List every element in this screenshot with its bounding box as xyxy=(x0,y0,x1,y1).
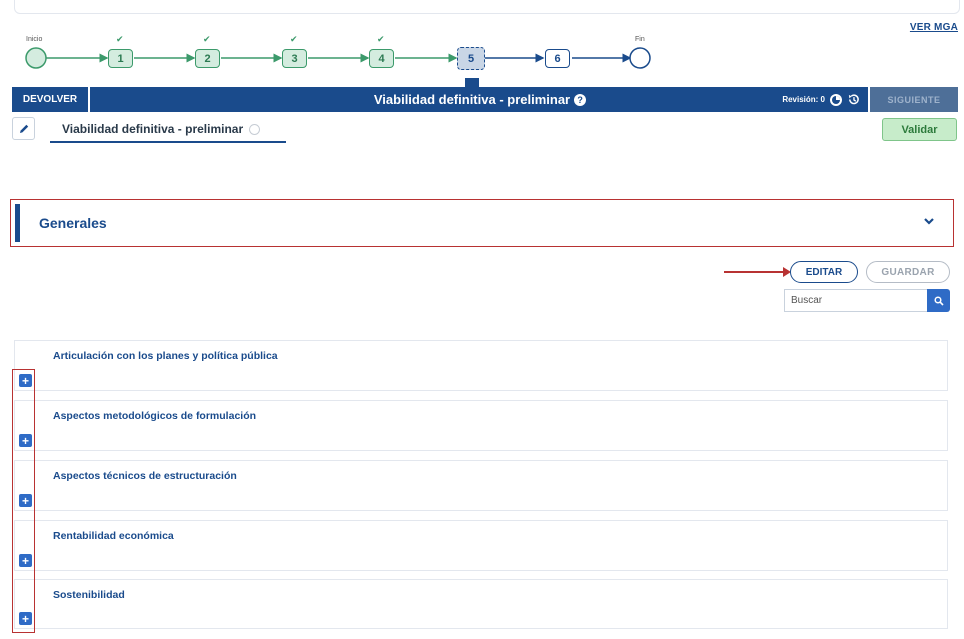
chevron-down-icon[interactable] xyxy=(923,215,935,229)
validar-button[interactable]: Validar xyxy=(882,118,957,141)
search-icon xyxy=(933,295,944,306)
start-label: Inicio xyxy=(26,36,43,43)
start-node xyxy=(25,47,47,69)
generales-accordion[interactable]: Generales xyxy=(10,199,954,247)
step-4[interactable]: 4 xyxy=(369,49,394,68)
pie-chart-icon[interactable] xyxy=(830,93,842,106)
step-2[interactable]: 2 xyxy=(195,49,220,68)
generales-accent xyxy=(15,204,20,242)
search-box xyxy=(784,289,950,312)
phase-title-text: Viabilidad definitiva - preliminar xyxy=(373,92,571,107)
status-circle-icon xyxy=(249,123,261,135)
history-icon[interactable] xyxy=(847,93,860,106)
section-label: Articulación con los planes y política p… xyxy=(53,350,278,362)
end-label: Fin xyxy=(635,36,645,43)
step-2-check-icon: ✔ xyxy=(203,34,211,44)
section-rentabilidad[interactable]: Rentabilidad económica + xyxy=(14,520,948,571)
stepper-connectors xyxy=(25,47,651,69)
section-label: Aspectos metodológicos de formulación xyxy=(53,410,257,422)
section-aspectos-metodologicos[interactable]: Aspectos metodológicos de formulación + xyxy=(14,400,948,451)
annotation-arrow xyxy=(724,271,784,273)
pencil-icon xyxy=(19,124,28,133)
section-sostenibilidad[interactable]: Sostenibilidad + xyxy=(14,579,948,629)
step-6[interactable]: 6 xyxy=(545,49,570,68)
section-label: Aspectos técnicos de estructuración xyxy=(53,470,237,482)
section-articulacion[interactable]: Articulación con los planes y política p… xyxy=(14,340,948,391)
phase-title: Viabilidad definitiva - preliminar ? xyxy=(92,87,868,112)
revision-indicator: Revisión: 0 xyxy=(782,87,860,112)
guardar-button: GUARDAR xyxy=(866,261,950,283)
phase-bar: DEVOLVER Viabilidad definitiva - prelimi… xyxy=(12,87,958,112)
subtab-viabilidad[interactable]: Viabilidad definitiva - preliminar xyxy=(50,117,286,143)
section-aspectos-tecnicos[interactable]: Aspectos técnicos de estructuración + xyxy=(14,460,948,511)
generales-title: Generales xyxy=(39,215,107,231)
search-input[interactable] xyxy=(784,289,927,312)
step-5-current[interactable]: 5 xyxy=(457,47,485,70)
section-label: Rentabilidad económica xyxy=(53,530,174,542)
help-icon[interactable]: ? xyxy=(574,93,587,106)
revision-text: Revisión: 0 xyxy=(782,95,825,104)
end-node xyxy=(629,47,651,69)
process-stepper: Inicio Fin ✔ 1 ✔ 2 ✔ 3 ✔ 4 5 6 xyxy=(0,0,964,90)
siguiente-button[interactable]: SIGUIENTE xyxy=(868,87,958,112)
devolver-button[interactable]: DEVOLVER xyxy=(12,87,90,112)
step-3-check-icon: ✔ xyxy=(290,34,298,44)
subtab-label: Viabilidad definitiva - preliminar xyxy=(62,122,244,136)
step-1[interactable]: 1 xyxy=(108,49,133,68)
annotation-highlight-box xyxy=(12,369,35,633)
step-3[interactable]: 3 xyxy=(282,49,307,68)
search-button[interactable] xyxy=(927,289,950,312)
step-4-check-icon: ✔ xyxy=(377,34,385,44)
section-label: Sostenibilidad xyxy=(53,589,125,601)
edit-pencil-button[interactable] xyxy=(12,117,35,140)
step-1-check-icon: ✔ xyxy=(116,34,124,44)
editar-button[interactable]: EDITAR xyxy=(790,261,858,283)
